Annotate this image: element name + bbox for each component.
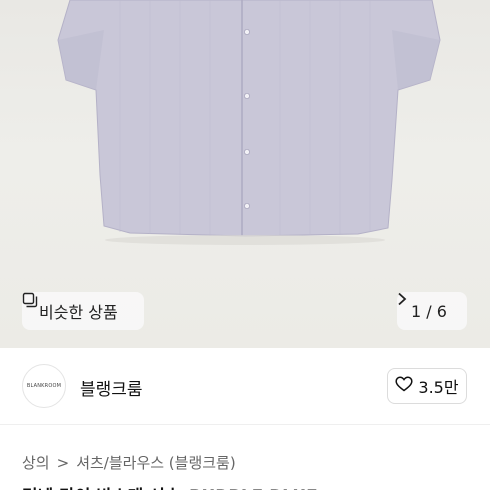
breadcrumb-separator: > — [56, 453, 70, 472]
seller-logo-text: BLANKROOM — [26, 383, 62, 389]
image-pager-button[interactable]: 1 / 6 — [397, 292, 467, 330]
like-count: 3.5만 — [418, 378, 459, 397]
like-button[interactable]: 3.5만 — [387, 368, 467, 404]
image-pager-label: 1 / 6 — [411, 301, 447, 321]
seller-row[interactable]: BLANKROOM 블랭크룸 3.5만 — [0, 348, 490, 424]
breadcrumb-item-subcategory[interactable]: 셔츠/블라우스 (블랭크룸) — [76, 452, 236, 473]
divider — [0, 424, 490, 425]
seller-name[interactable]: 블랭크룸 — [80, 375, 143, 400]
heart-icon — [395, 376, 413, 396]
breadcrumb: 상의 > 셔츠/블라우스 (블랭크룸) — [22, 452, 236, 473]
product-title: 린넨 라이 반소매 셔츠_PURPLE BLUE — [22, 482, 472, 490]
similar-items-button[interactable]: 비슷한 상품 — [22, 292, 144, 330]
seller-logo[interactable]: BLANKROOM — [22, 364, 66, 408]
similar-items-label: 비슷한 상품 — [39, 303, 118, 322]
product-image[interactable]: 비슷한 상품 1 / 6 — [0, 0, 490, 348]
breadcrumb-item-category[interactable]: 상의 — [22, 452, 50, 473]
